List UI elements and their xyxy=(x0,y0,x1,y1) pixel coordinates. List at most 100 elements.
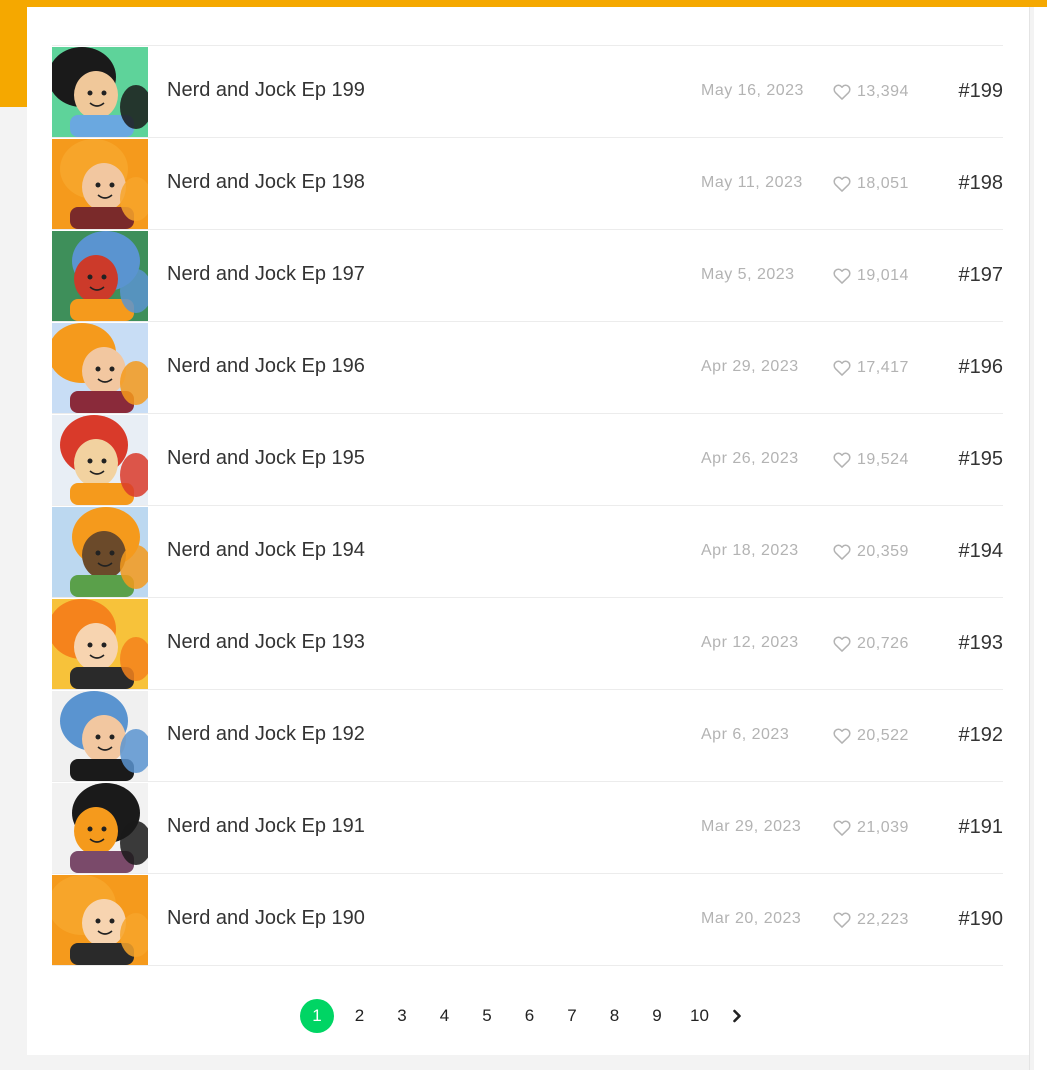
episode-number: #195 xyxy=(958,448,1004,470)
page-4-button[interactable]: 4 xyxy=(428,999,462,1033)
comic-art-image xyxy=(52,691,148,781)
episode-title[interactable]: Nerd and Jock Ep 198 xyxy=(167,171,365,194)
comic-art-image xyxy=(52,323,148,413)
episode-title[interactable]: Nerd and Jock Ep 191 xyxy=(167,815,365,838)
comic-art-image xyxy=(52,139,148,229)
episode-thumbnail[interactable] xyxy=(52,783,148,873)
side-accent-block xyxy=(0,0,27,107)
episode-title[interactable]: Nerd and Jock Ep 194 xyxy=(167,539,365,562)
heart-icon xyxy=(833,728,851,744)
episode-number: #190 xyxy=(958,908,1004,930)
episode-number: #198 xyxy=(958,172,1004,194)
episode-thumbnail[interactable] xyxy=(52,47,148,137)
heart-icon xyxy=(833,912,851,928)
scrollbar-track[interactable] xyxy=(1029,7,1047,1070)
heart-icon xyxy=(833,84,851,100)
episode-row[interactable]: Nerd and Jock Ep 195 Apr 26, 2023 19,524… xyxy=(52,414,1003,506)
episode-title[interactable]: Nerd and Jock Ep 192 xyxy=(167,723,365,746)
episode-likes: 20,359 xyxy=(832,541,909,563)
episode-thumbnail[interactable] xyxy=(52,875,148,965)
page-3-button[interactable]: 3 xyxy=(385,999,419,1033)
likes-count: 20,726 xyxy=(857,635,909,652)
episode-list: Nerd and Jock Ep 199 May 16, 2023 13,394… xyxy=(52,45,1003,966)
episode-row[interactable]: Nerd and Jock Ep 190 Mar 20, 2023 22,223… xyxy=(52,874,1003,966)
page-10-button[interactable]: 10 xyxy=(683,999,717,1033)
episode-likes: 19,524 xyxy=(832,449,909,471)
episode-number: #191 xyxy=(958,816,1004,838)
chevron-right-icon xyxy=(733,1009,741,1023)
heart-icon xyxy=(833,820,851,836)
likes-count: 17,417 xyxy=(857,359,909,376)
episode-date: Apr 12, 2023 xyxy=(701,634,799,651)
top-accent-bar xyxy=(0,0,1047,7)
episode-title[interactable]: Nerd and Jock Ep 190 xyxy=(167,907,365,930)
comic-art-image xyxy=(52,507,148,597)
page-7-button[interactable]: 7 xyxy=(555,999,589,1033)
episode-thumbnail[interactable] xyxy=(52,599,148,689)
heart-icon xyxy=(833,452,851,468)
next-page-button[interactable] xyxy=(727,999,747,1033)
episode-row[interactable]: Nerd and Jock Ep 196 Apr 29, 2023 17,417… xyxy=(52,322,1003,414)
episode-likes: 13,394 xyxy=(832,81,909,103)
episode-title[interactable]: Nerd and Jock Ep 197 xyxy=(167,263,365,286)
episode-row[interactable]: Nerd and Jock Ep 194 Apr 18, 2023 20,359… xyxy=(52,506,1003,598)
page-6-button[interactable]: 6 xyxy=(513,999,547,1033)
episode-title[interactable]: Nerd and Jock Ep 195 xyxy=(167,447,365,470)
episode-likes: 21,039 xyxy=(832,817,909,839)
page-8-button[interactable]: 8 xyxy=(598,999,632,1033)
episode-title[interactable]: Nerd and Jock Ep 196 xyxy=(167,355,365,378)
episode-row[interactable]: Nerd and Jock Ep 192 Apr 6, 2023 20,522 … xyxy=(52,690,1003,782)
page-2-button[interactable]: 2 xyxy=(343,999,377,1033)
heart-icon xyxy=(833,360,851,376)
episode-row[interactable]: Nerd and Jock Ep 193 Apr 12, 2023 20,726… xyxy=(52,598,1003,690)
episode-likes: 17,417 xyxy=(832,357,909,379)
episode-title[interactable]: Nerd and Jock Ep 193 xyxy=(167,631,365,654)
episode-thumbnail[interactable] xyxy=(52,691,148,781)
episode-thumbnail[interactable] xyxy=(52,323,148,413)
likes-count: 19,524 xyxy=(857,451,909,468)
heart-icon xyxy=(833,268,851,284)
episode-likes: 20,522 xyxy=(832,725,909,747)
episode-date: Apr 6, 2023 xyxy=(701,726,790,743)
episode-number: #193 xyxy=(958,632,1004,654)
episode-date: Apr 29, 2023 xyxy=(701,358,799,375)
episode-row[interactable]: Nerd and Jock Ep 199 May 16, 2023 13,394… xyxy=(52,46,1003,138)
comic-art-image xyxy=(52,415,148,505)
likes-count: 20,522 xyxy=(857,727,909,744)
episode-number: #199 xyxy=(958,80,1004,102)
page-5-button[interactable]: 5 xyxy=(470,999,504,1033)
page-1-button[interactable]: 1 xyxy=(300,999,334,1033)
episode-number: #192 xyxy=(958,724,1004,746)
episode-likes: 22,223 xyxy=(832,909,909,931)
episode-date: Apr 18, 2023 xyxy=(701,542,799,559)
comic-art-image xyxy=(52,783,148,873)
likes-count: 19,014 xyxy=(857,267,909,284)
episode-date: May 5, 2023 xyxy=(701,266,795,283)
episode-thumbnail[interactable] xyxy=(52,507,148,597)
comic-art-image xyxy=(52,599,148,689)
episode-likes: 19,014 xyxy=(832,265,909,287)
likes-count: 21,039 xyxy=(857,819,909,836)
episode-thumbnail[interactable] xyxy=(52,415,148,505)
episode-date: Apr 26, 2023 xyxy=(701,450,799,467)
page-9-button[interactable]: 9 xyxy=(640,999,674,1033)
episode-title[interactable]: Nerd and Jock Ep 199 xyxy=(167,79,365,102)
episode-likes: 20,726 xyxy=(832,633,909,655)
likes-count: 22,223 xyxy=(857,911,909,928)
pagination: 1 2 3 4 5 6 7 8 9 10 xyxy=(300,999,747,1033)
episode-likes: 18,051 xyxy=(832,173,909,195)
likes-count: 20,359 xyxy=(857,543,909,560)
episode-row[interactable]: Nerd and Jock Ep 197 May 5, 2023 19,014 … xyxy=(52,230,1003,322)
episode-number: #196 xyxy=(958,356,1004,378)
episode-number: #197 xyxy=(958,264,1004,286)
episode-date: Mar 20, 2023 xyxy=(701,910,802,927)
episode-thumbnail[interactable] xyxy=(52,139,148,229)
comic-art-image xyxy=(52,875,148,965)
episode-number: #194 xyxy=(958,540,1004,562)
episode-row[interactable]: Nerd and Jock Ep 198 May 11, 2023 18,051… xyxy=(52,138,1003,230)
episode-thumbnail[interactable] xyxy=(52,231,148,321)
likes-count: 13,394 xyxy=(857,83,909,100)
comic-art-image xyxy=(52,231,148,321)
likes-count: 18,051 xyxy=(857,175,909,192)
episode-row[interactable]: Nerd and Jock Ep 191 Mar 29, 2023 21,039… xyxy=(52,782,1003,874)
